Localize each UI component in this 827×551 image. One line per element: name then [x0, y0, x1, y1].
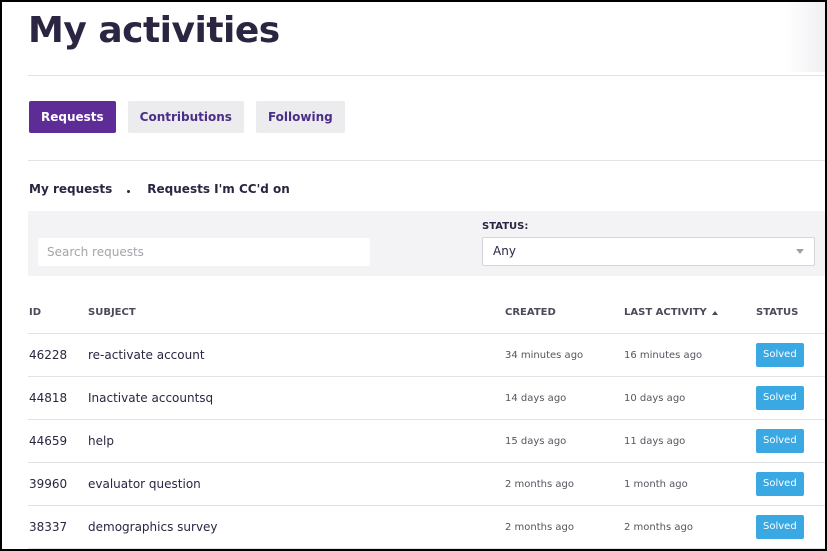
column-header-status[interactable]: STATUS — [756, 290, 798, 333]
status-badge-cell: Solved — [756, 420, 804, 462]
request-last-activity: 2 months ago — [624, 521, 693, 533]
status-badge: Solved — [756, 343, 804, 367]
request-created: 15 days ago — [505, 435, 567, 447]
column-header-created[interactable]: CREATED — [505, 290, 556, 333]
table-row: 38337 demographics survey 2 months ago 2… — [28, 506, 825, 549]
request-created: 2 months ago — [505, 478, 574, 490]
chevron-down-icon — [796, 249, 804, 254]
divider — [28, 75, 825, 76]
cc-requests-link[interactable]: Requests I'm CC'd on — [147, 182, 290, 196]
request-created: 14 days ago — [505, 392, 567, 404]
table-row: 46228 re-activate account 34 minutes ago… — [28, 334, 825, 377]
status-select-value: Any — [493, 244, 516, 258]
request-last-activity: 10 days ago — [624, 392, 686, 404]
status-badge-cell: Solved — [756, 463, 804, 505]
search-input[interactable] — [38, 238, 370, 266]
request-subject-link[interactable]: help — [88, 420, 114, 462]
request-id: 38337 — [29, 520, 68, 534]
request-last-activity: 16 minutes ago — [624, 349, 703, 361]
column-header-id[interactable]: ID — [29, 290, 41, 333]
status-badge: Solved — [756, 386, 804, 410]
request-id: 44659 — [29, 434, 68, 448]
tab-following[interactable]: Following — [255, 101, 345, 133]
divider — [28, 160, 825, 161]
tab-requests[interactable]: Requests — [29, 101, 116, 133]
request-last-activity: 11 days ago — [624, 435, 686, 447]
table-row: 44818 Inactivate accountsq 14 days ago 1… — [28, 377, 825, 420]
sort-ascending-icon — [711, 310, 718, 315]
table-header: ID SUBJECT CREATED LAST ACTIVITY STATUS — [28, 290, 825, 334]
edge-shadow — [785, 2, 825, 72]
separator-dot — [127, 189, 131, 193]
status-badge-cell: Solved — [756, 506, 804, 548]
column-header-subject[interactable]: SUBJECT — [88, 290, 136, 333]
table-row: 39960 evaluator question 2 months ago 1 … — [28, 463, 825, 506]
request-id: 44818 — [29, 391, 68, 405]
status-badge-cell: Solved — [756, 334, 804, 376]
filter-bar: STATUS: Any — [28, 211, 825, 276]
my-requests-link[interactable]: My requests — [29, 182, 112, 196]
status-badge: Solved — [756, 472, 804, 496]
request-subject-link[interactable]: re-activate account — [88, 334, 205, 376]
request-last-activity: 1 month ago — [624, 478, 688, 490]
request-created: 34 minutes ago — [505, 349, 584, 361]
requests-table: ID SUBJECT CREATED LAST ACTIVITY STATUS … — [28, 290, 825, 549]
request-id: 46228 — [29, 348, 68, 362]
request-subject-link[interactable]: demographics survey — [88, 506, 218, 548]
column-header-last-activity-label: LAST ACTIVITY — [624, 307, 707, 318]
status-select[interactable]: Any — [482, 237, 815, 266]
status-badge-cell: Solved — [756, 377, 804, 419]
column-header-last-activity[interactable]: LAST ACTIVITY — [624, 290, 718, 333]
request-id: 39960 — [29, 477, 68, 491]
status-badge: Solved — [756, 515, 804, 539]
request-created: 2 months ago — [505, 521, 574, 533]
tab-contributions[interactable]: Contributions — [127, 101, 244, 133]
request-subject-link[interactable]: evaluator question — [88, 463, 201, 505]
activity-tabs: Requests Contributions Following — [29, 101, 357, 133]
status-label: STATUS: — [482, 221, 529, 232]
status-badge: Solved — [756, 429, 804, 453]
table-row: 44659 help 15 days ago 11 days ago Solve… — [28, 420, 825, 463]
request-subject-link[interactable]: Inactivate accountsq — [88, 377, 213, 419]
request-filter-nav: My requests Requests I'm CC'd on — [29, 182, 290, 196]
page-title: My activities — [28, 10, 280, 51]
